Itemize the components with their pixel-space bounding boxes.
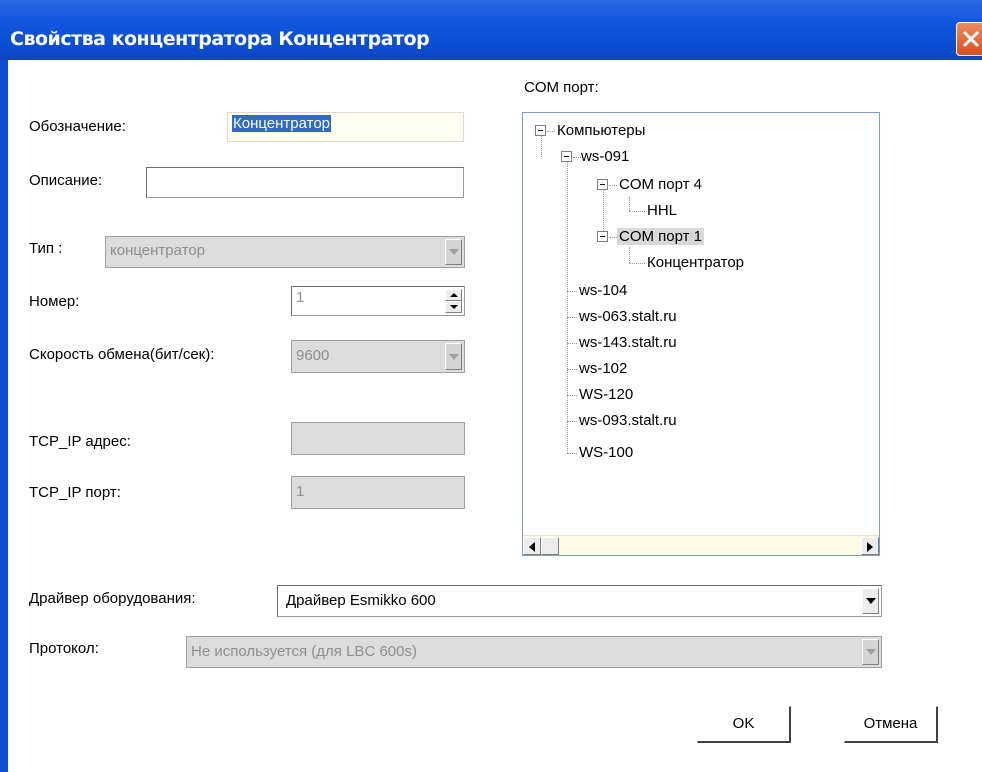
tree-connector: [567, 317, 577, 318]
title-bar: Свойства концентратора Концентратор: [0, 0, 982, 60]
tree-connector: [547, 131, 555, 132]
number-value: 1: [296, 289, 305, 306]
tree-node-computer[interactable]: WS-100: [579, 444, 633, 461]
tree-connector: [567, 421, 577, 422]
arrow-left-icon: [529, 542, 535, 552]
driver-value: Драйвер Esmikko 600: [286, 592, 436, 609]
chevron-down-icon: [866, 649, 876, 655]
tree-node-computer[interactable]: ws-143.stalt.ru: [579, 334, 677, 351]
chevron-down-icon: [449, 353, 459, 360]
tree-node-computer[interactable]: ws-091: [581, 148, 629, 165]
tree-connector: [567, 343, 577, 344]
tree-connector: [567, 395, 577, 396]
chevron-down-icon: [866, 598, 876, 604]
description-field[interactable]: [146, 167, 464, 198]
driver-select[interactable]: Драйвер Esmikko 600: [277, 585, 882, 617]
window-title: Свойства концентратора Концентратор: [10, 28, 430, 50]
arrow-down-icon: [450, 305, 458, 309]
speed-label: Скорость обмена(бит/сек):: [29, 346, 215, 363]
tree-node-computer[interactable]: ws-104: [579, 282, 627, 299]
number-stepper[interactable]: 1: [291, 286, 465, 316]
tree-connector: [603, 185, 604, 237]
tree-node-concentrator[interactable]: Концентратор: [647, 254, 744, 271]
close-icon: [963, 31, 979, 47]
tree-connector: [629, 211, 645, 212]
tree-node-com-port-1[interactable]: COM порт 1: [617, 228, 705, 245]
tcpip-port-value: 1: [296, 483, 305, 500]
designation-label: Обозначение:: [29, 118, 126, 135]
type-select[interactable]: концентратор: [105, 236, 465, 268]
spin-up-button[interactable]: [445, 289, 462, 301]
tree-connector: [609, 185, 617, 186]
scroll-right-button[interactable]: [861, 537, 879, 555]
tree-node-hhl[interactable]: HHL: [647, 202, 677, 219]
designation-field[interactable]: Концентратор: [227, 112, 464, 142]
number-label: Номер:: [29, 293, 80, 310]
com-port-tree[interactable]: Компьютеры ws-091 COM порт 4 HHL COM пор…: [522, 112, 880, 556]
arrow-up-icon: [450, 293, 458, 297]
tree-connector: [609, 237, 617, 238]
ok-button[interactable]: OK: [697, 706, 791, 743]
tree-node-root[interactable]: Компьютеры: [557, 122, 645, 139]
speed-value: 9600: [296, 347, 330, 364]
collapse-icon[interactable]: [535, 125, 546, 136]
horizontal-scrollbar[interactable]: [523, 535, 879, 555]
tcpip-address-field[interactable]: [291, 422, 465, 455]
close-button[interactable]: [956, 22, 982, 56]
type-dropdown-button[interactable]: [445, 239, 462, 265]
type-value: концентратор: [110, 242, 206, 259]
tree-node-computer[interactable]: ws-093.stalt.ru: [579, 412, 677, 429]
speed-select[interactable]: 9600: [291, 340, 465, 373]
chevron-down-icon: [449, 249, 459, 255]
scroll-left-button[interactable]: [523, 537, 541, 555]
com-port-label: COM порт:: [524, 79, 599, 96]
tree-connector: [567, 369, 577, 370]
driver-dropdown-button[interactable]: [862, 588, 879, 614]
tcpip-address-label: TCP_IP адрес:: [29, 433, 131, 450]
collapse-icon[interactable]: [597, 179, 608, 190]
tree-node-computer[interactable]: ws-102: [579, 360, 627, 377]
tree-connector: [541, 133, 542, 157]
arrow-right-icon: [867, 542, 873, 552]
tree-node-computer[interactable]: ws-063.stalt.ru: [579, 308, 677, 325]
driver-label: Драйвер оборудования:: [29, 590, 196, 607]
cancel-button[interactable]: Отмена: [844, 706, 938, 743]
protocol-dropdown-button[interactable]: [862, 639, 879, 665]
tree-connector: [629, 247, 630, 263]
window-frame-left: [0, 60, 8, 772]
protocol-select[interactable]: Не используется (для LBC 600s): [186, 636, 882, 668]
tree-connector: [629, 263, 645, 264]
tcpip-port-label: TCP_IP порт:: [29, 484, 121, 501]
protocol-value: Не используется (для LBC 600s): [191, 643, 417, 660]
scroll-thumb[interactable]: [541, 537, 559, 555]
speed-dropdown-button[interactable]: [445, 343, 462, 370]
tree-connector: [629, 197, 630, 211]
protocol-label: Протокол:: [29, 640, 99, 657]
tree-connector: [567, 159, 568, 453]
collapse-icon[interactable]: [561, 151, 572, 162]
type-label: Тип :: [29, 240, 63, 257]
spin-down-button[interactable]: [445, 301, 462, 313]
tcpip-port-field[interactable]: 1: [291, 476, 465, 509]
tree-node-computer[interactable]: WS-120: [579, 386, 633, 403]
number-spin-buttons[interactable]: [445, 289, 462, 313]
tree-connector: [567, 453, 577, 454]
tree-connector: [573, 157, 581, 158]
collapse-icon[interactable]: [597, 231, 608, 242]
tree-connector: [567, 291, 577, 292]
designation-value: Концентратор: [232, 115, 332, 132]
description-label: Описание:: [29, 172, 103, 189]
tree-node-com-port-4[interactable]: COM порт 4: [619, 176, 702, 193]
